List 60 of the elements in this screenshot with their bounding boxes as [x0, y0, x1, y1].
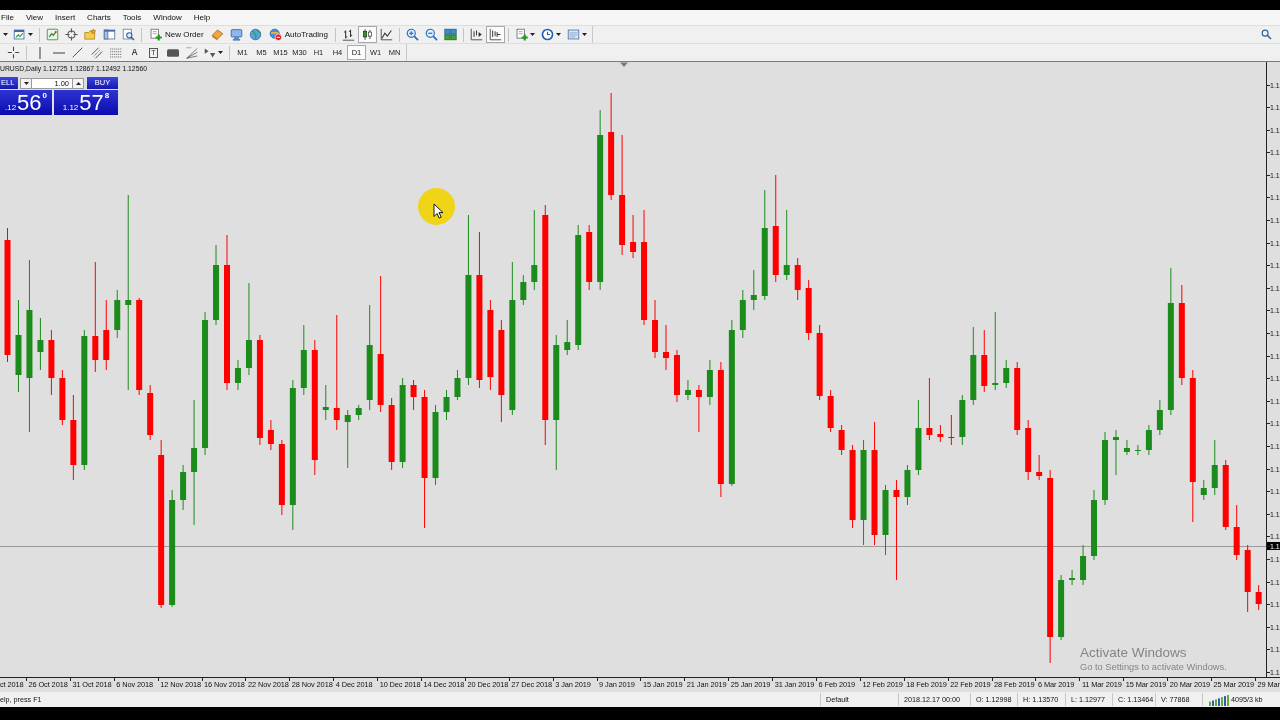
- cursor-highlight-icon: [418, 188, 455, 225]
- caret-up-icon: [75, 82, 81, 85]
- chart-shift-icon: [470, 28, 483, 41]
- mouse-pointer-icon: [433, 203, 443, 219]
- vertical-line-icon: [38, 46, 41, 59]
- chart-window-icon: [13, 28, 26, 41]
- channel-icon: [90, 46, 103, 59]
- menu-item[interactable]: File: [1, 13, 14, 22]
- candlestick-icon: [361, 28, 374, 41]
- trend-line-icon: [72, 47, 83, 58]
- rectangle-icon: [166, 48, 179, 57]
- signal-bars-icon: [1209, 693, 1229, 706]
- caret-icon: [530, 33, 535, 36]
- activation-notice-title: Activate Windows: [1080, 646, 1187, 660]
- caret-icon: [582, 33, 587, 36]
- arrows-icon: [204, 46, 216, 59]
- crosshair-icon: [65, 28, 78, 41]
- toolbar-button[interactable]: [358, 26, 377, 43]
- toolbar-button[interactable]: [486, 26, 505, 43]
- menu-item[interactable]: Help: [193, 13, 211, 22]
- caret-down-icon: [23, 82, 29, 85]
- caret-icon: [218, 51, 223, 54]
- folder-star-icon: [84, 28, 97, 41]
- new-order-button[interactable]: New Order: [145, 26, 208, 43]
- crosshair-icon: [6, 46, 20, 59]
- clock-icon: [541, 28, 554, 41]
- horizontal-line-icon: [52, 51, 65, 54]
- bar-chart-icon: [342, 28, 355, 41]
- zoom-out-icon: [425, 28, 438, 41]
- monitor-icon: [229, 28, 243, 41]
- tile-windows-icon: [444, 28, 457, 41]
- zoom-in-icon: [406, 28, 419, 41]
- autotrading-button[interactable]: AutoTrading: [264, 26, 332, 43]
- menu-item[interactable]: Insert: [55, 13, 76, 22]
- fibonacci-icon: [109, 47, 122, 58]
- panel-icon: [103, 28, 116, 41]
- fan-icon: [185, 46, 198, 59]
- activation-notice-text: Go to Settings to activate Windows.: [1080, 663, 1227, 673]
- stop-badge-icon: [268, 28, 282, 41]
- document-plus-icon: [515, 28, 528, 41]
- text-tool-button[interactable]: A: [125, 44, 144, 61]
- toolbar-button[interactable]: [441, 26, 460, 43]
- caret-icon: [2, 33, 8, 36]
- book-icon: [210, 28, 224, 41]
- toolbar-button[interactable]: [62, 26, 81, 43]
- document-search-icon: [122, 28, 135, 41]
- search-icon: [1261, 29, 1272, 40]
- lot-down-button[interactable]: [20, 78, 32, 89]
- caret-icon: [556, 33, 561, 36]
- template-icon: [567, 28, 580, 41]
- line-chart-icon: [380, 28, 393, 41]
- menu-item[interactable]: Tools: [122, 13, 142, 22]
- auto-scroll-icon: [489, 28, 502, 41]
- globe-icon: [248, 28, 262, 41]
- caret-icon: [28, 33, 33, 36]
- lot-up-button[interactable]: [72, 78, 84, 89]
- menu-item[interactable]: Charts: [87, 13, 111, 22]
- menu-item[interactable]: Window: [153, 13, 182, 22]
- menu-item[interactable]: View: [25, 13, 44, 22]
- document-plus-icon: [149, 28, 162, 41]
